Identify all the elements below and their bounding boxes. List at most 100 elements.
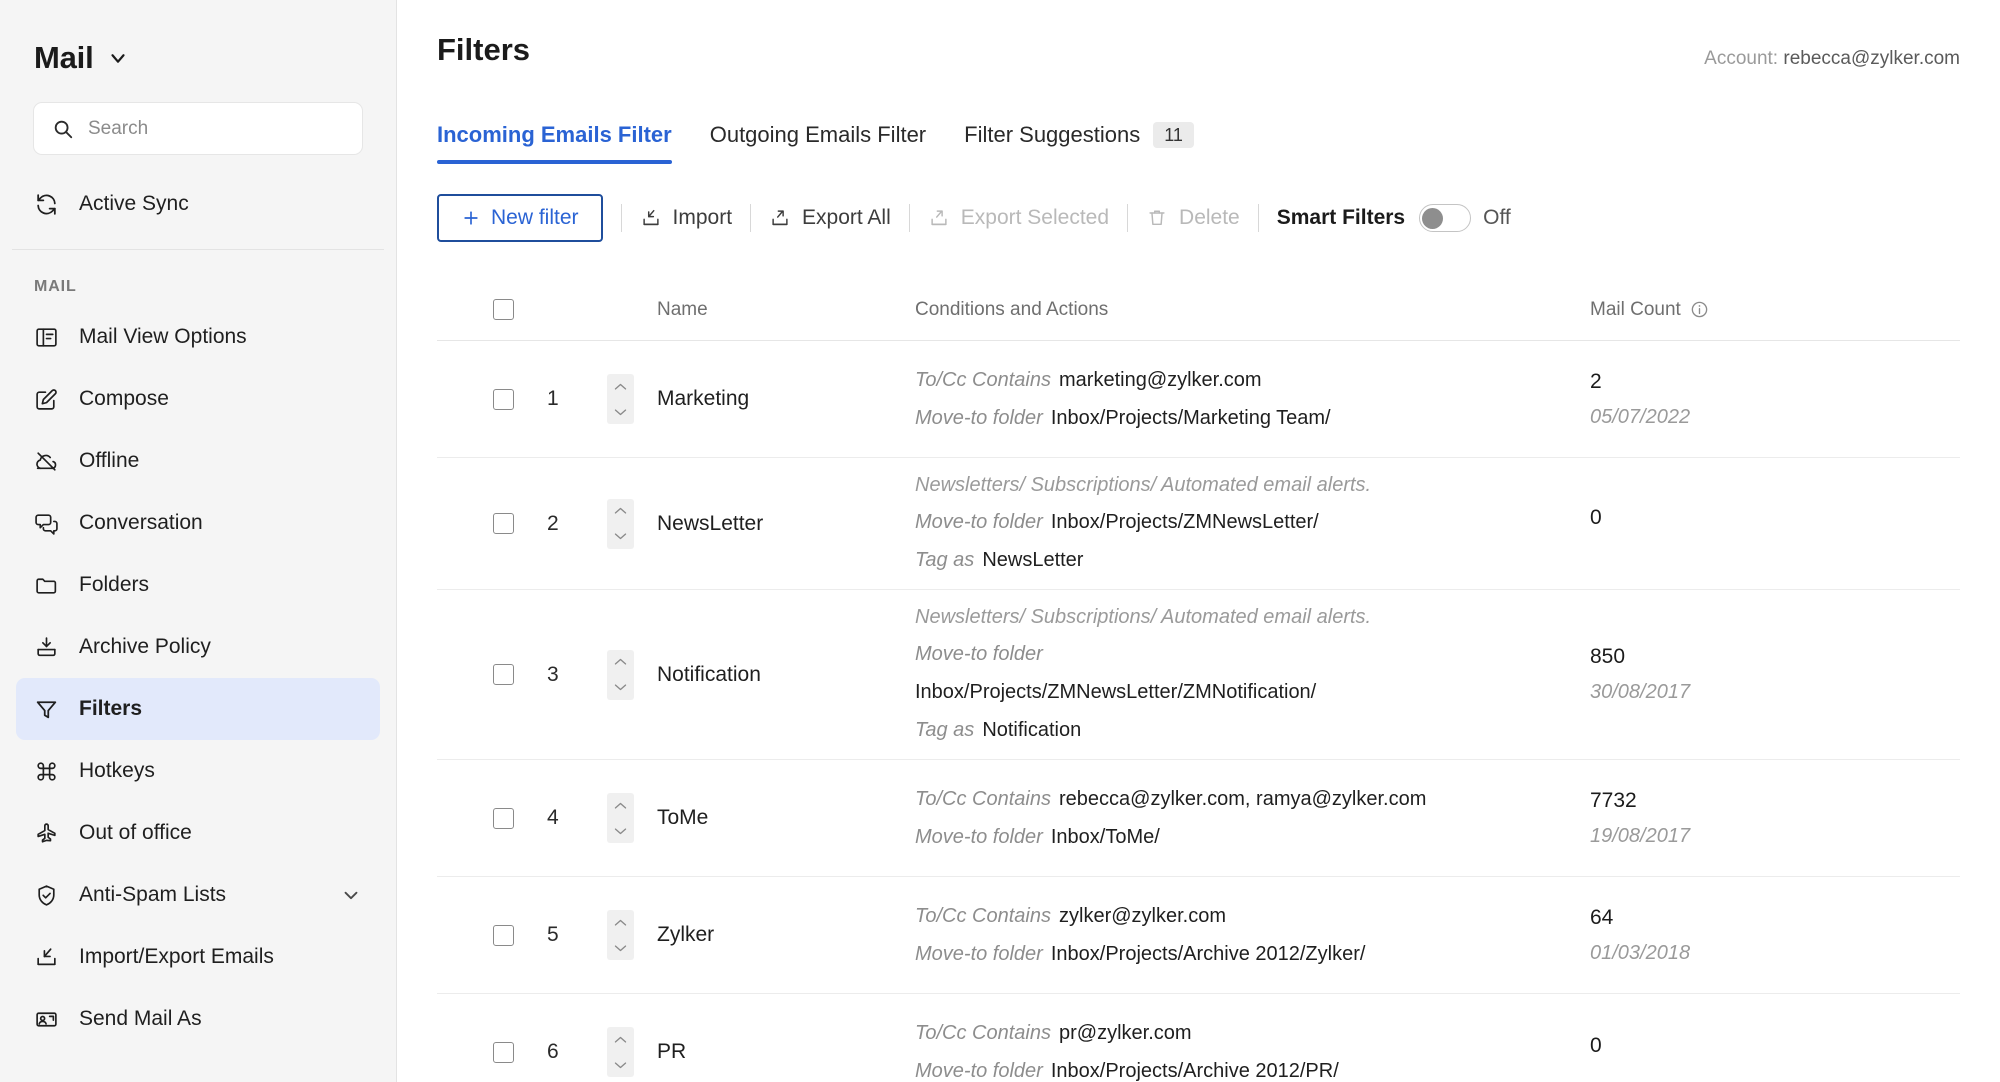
tab-incoming-emails-filter[interactable]: Incoming Emails Filter	[437, 122, 672, 164]
column-header-name: Name	[657, 298, 708, 320]
mail-view-options-icon	[34, 325, 59, 350]
condition-line: Move-to folder	[915, 642, 1590, 667]
chevron-up-icon[interactable]	[613, 506, 628, 516]
smart-filters-toggle[interactable]	[1419, 204, 1472, 232]
row-conditions: To/Cc Contains zylker@zylker.com Move-to f…	[915, 904, 1590, 967]
export-selected-label: Export Selected	[960, 206, 1110, 229]
reorder-spinner[interactable]	[607, 1027, 634, 1077]
select-all-cell	[437, 299, 547, 320]
chevron-up-icon[interactable]	[613, 382, 628, 392]
sidebar-item-mail-view-options[interactable]: Mail View Options	[16, 306, 380, 368]
table-row[interactable]: 6 PR To/Cc Contains pr@zylker.com Move-to …	[437, 994, 1960, 1082]
tab-label: Filter Suggestions	[964, 122, 1141, 147]
row-filter-name: Notification	[657, 662, 761, 686]
row-reorder-cell	[607, 793, 657, 843]
sidebar-item-hotkeys[interactable]: Hotkeys	[16, 740, 380, 802]
sidebar-item-archive-policy[interactable]: Archive Policy	[16, 616, 380, 678]
sidebar-item-filters[interactable]: Filters	[16, 678, 380, 740]
send-mail-as-icon	[34, 1007, 59, 1032]
condition-line: Move-to folder Inbox/Projects/Archive 201…	[915, 1059, 1590, 1082]
sidebar-item-send-mail-as[interactable]: Send Mail As	[16, 988, 380, 1050]
row-checkbox[interactable]	[493, 924, 514, 946]
import-icon	[640, 207, 662, 229]
export-all-button[interactable]: Export All	[769, 206, 891, 230]
chevron-down-icon[interactable]	[107, 47, 129, 69]
conversation-icon	[34, 511, 59, 536]
condition-line: To/Cc Contains zylker@zylker.com	[915, 904, 1590, 929]
condition-key: Move-to folder	[915, 942, 1043, 965]
mail-count-value: 0	[1590, 1034, 1602, 1057]
row-reorder-cell	[607, 910, 657, 960]
mail-count-date: 05/07/2022	[1590, 405, 1691, 428]
sidebar-item-out-of-office[interactable]: Out of office	[16, 802, 380, 864]
row-checkbox[interactable]	[493, 513, 514, 534]
reorder-spinner[interactable]	[607, 374, 634, 424]
sidebar-brand[interactable]: Mail	[0, 0, 396, 84]
export-icon	[928, 207, 950, 229]
chevron-down-icon[interactable]	[613, 1060, 628, 1070]
tab-outgoing-emails-filter[interactable]: Outgoing Emails Filter	[710, 122, 926, 164]
sidebar-item-offline[interactable]: Offline	[16, 430, 380, 492]
chevron-down-icon[interactable]	[613, 826, 628, 836]
toolbar-separator	[908, 204, 910, 232]
chevron-up-icon[interactable]	[613, 918, 628, 928]
reorder-spinner[interactable]	[607, 649, 634, 700]
sidebar-item-active-sync[interactable]: Active Sync	[16, 173, 380, 235]
mail-count-date: 01/03/2018	[1590, 941, 1691, 964]
table-row[interactable]: 3 Notification Newsletters/ Subscription…	[437, 590, 1960, 760]
row-checkbox[interactable]	[493, 1041, 514, 1063]
reorder-spinner[interactable]	[607, 793, 634, 843]
table-row[interactable]: 4 ToMe To/Cc Contains rebecca@zylker.com,…	[437, 760, 1960, 877]
condition-value: NewsLetter	[982, 549, 1084, 571]
import-export-icon	[34, 945, 59, 970]
sidebar-item-label: Offline	[79, 449, 140, 472]
chevron-down-icon[interactable]	[613, 943, 628, 953]
export-selected-button[interactable]: Export Selected	[928, 206, 1109, 230]
row-checkbox[interactable]	[493, 807, 514, 829]
sidebar-item-import-export-emails[interactable]: Import/Export Emails	[16, 926, 380, 988]
search-box[interactable]	[33, 102, 363, 155]
filters-toolbar: New filter Import Export All Export Sele…	[437, 193, 2000, 243]
sidebar-item-label: Out of office	[79, 821, 192, 844]
table-row[interactable]: 2 NewsLetter Newsletters/ Subscriptions/…	[437, 458, 1960, 590]
airplane-icon	[34, 821, 59, 846]
chevron-down-icon[interactable]	[340, 884, 362, 906]
row-reorder-cell	[607, 649, 657, 700]
chevron-down-icon[interactable]	[613, 682, 628, 692]
reorder-spinner[interactable]	[607, 910, 634, 960]
chevron-down-icon[interactable]	[613, 407, 628, 417]
chevron-down-icon[interactable]	[613, 531, 628, 541]
import-button[interactable]: Import	[640, 206, 732, 230]
tab-filter-suggestions[interactable]: Filter Suggestions 11	[964, 122, 1194, 164]
account-email: rebecca@zylker.com	[1783, 48, 1960, 69]
sidebar-item-compose[interactable]: Compose	[16, 368, 380, 430]
table-row[interactable]: 1 Marketing To/Cc Contains marketing@zylk…	[437, 341, 1960, 458]
row-checkbox[interactable]	[493, 388, 514, 410]
row-index: 5	[547, 923, 559, 946]
select-all-checkbox[interactable]	[493, 299, 514, 320]
new-filter-button[interactable]: New filter	[437, 194, 603, 242]
row-conditions: To/Cc Contains rebecca@zylker.com, ramya@…	[915, 787, 1590, 850]
chevron-up-icon[interactable]	[613, 801, 628, 811]
table-row[interactable]: 5 Zylker To/Cc Contains zylker@zylker.com…	[437, 877, 1960, 994]
condition-key: To/Cc Contains	[915, 787, 1051, 810]
chevron-up-icon[interactable]	[613, 1035, 628, 1045]
condition-key: To/Cc Contains	[915, 904, 1051, 927]
reorder-spinner[interactable]	[607, 498, 634, 549]
row-mail-count: 850 30/08/2017	[1590, 645, 1960, 704]
sidebar-section-title: MAIL	[34, 278, 77, 295]
sidebar-item-label: Compose	[79, 387, 169, 410]
row-select-cell	[437, 664, 547, 685]
condition-key: To/Cc Contains	[915, 1021, 1051, 1044]
row-select-cell	[437, 807, 547, 829]
condition-line: Move-to folder Inbox/ToMe/	[915, 825, 1590, 850]
sidebar-item-folders[interactable]: Folders	[16, 554, 380, 616]
sidebar-item-anti-spam-lists[interactable]: Anti-Spam Lists	[16, 864, 380, 926]
chevron-up-icon[interactable]	[613, 657, 628, 667]
search-input[interactable]	[88, 117, 344, 140]
row-checkbox[interactable]	[493, 664, 514, 685]
sidebar-item-conversation[interactable]: Conversation	[16, 492, 380, 554]
info-icon[interactable]	[1690, 300, 1709, 319]
delete-button[interactable]: Delete	[1146, 206, 1240, 230]
condition-value: rebecca@zylker.com, ramya@zylker.com	[1059, 787, 1427, 810]
